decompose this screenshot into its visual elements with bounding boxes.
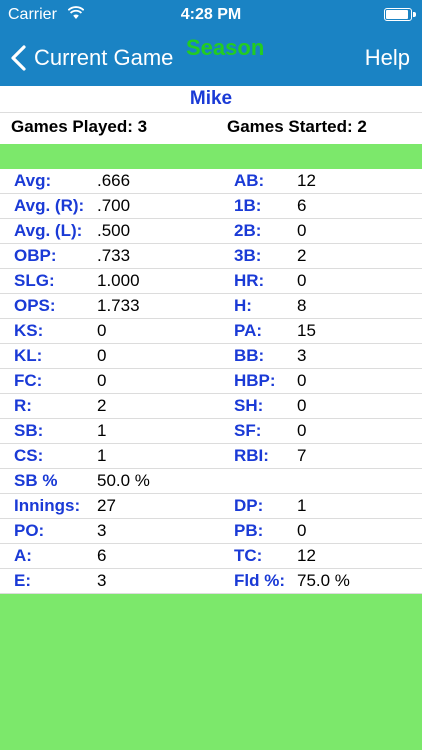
stat-row: Avg. (L): .500 2B: 0 (0, 219, 422, 244)
stats-table: Avg: .666 AB: 12 Avg. (R): .700 1B: 6 Avg. (L):.… (0, 169, 422, 594)
stat-value: 1.000 (97, 271, 140, 290)
stat-value: .700 (97, 196, 131, 215)
stat-label: Avg. (R): (14, 196, 85, 215)
stat-row: E: 3 Fld %: 75.0 % (0, 569, 422, 594)
stat-row: KS: 0 PA: 15 (0, 319, 422, 344)
stat-row: SB % 50.0 % (0, 469, 422, 494)
stat-value: 0 (97, 371, 107, 390)
stat-row: OPS: 1.733 H: 8 (0, 294, 422, 319)
stat-value: 0 (297, 396, 307, 415)
help-button[interactable]: Help (365, 30, 410, 86)
stat-value: 2 (297, 246, 307, 265)
stat-label: PB: (234, 521, 264, 540)
stat-label: AB: (234, 171, 265, 190)
stat-row: FC: 0 HBP: 0 (0, 369, 422, 394)
stat-row: CS: 1 RBI: 7 (0, 444, 422, 469)
stat-label: Avg. (L): (14, 221, 83, 240)
stat-value: 1 (97, 421, 107, 440)
stat-row: OBP: .733 3B: 2 (0, 244, 422, 269)
stat-label: DP: (234, 496, 264, 515)
stat-label: 1B: (234, 196, 262, 215)
stat-row: R: 2 SH: 0 (0, 394, 422, 419)
stat-value: 27 (97, 496, 116, 515)
stat-value: 1 (297, 496, 307, 515)
games-started: Games Started: 2 (227, 117, 367, 136)
player-name: Mike (0, 86, 422, 113)
back-button-label: Current Game (34, 45, 174, 70)
stat-row: Avg. (R): .700 1B: 6 (0, 194, 422, 219)
stat-label: FC: (14, 371, 43, 390)
stat-value: 0 (297, 271, 307, 290)
stat-value: 0 (97, 346, 107, 365)
stat-value: 0 (297, 221, 307, 240)
nav-title: Season (186, 35, 265, 60)
stat-value: 1 (97, 446, 107, 465)
stat-row: KL: 0 BB: 3 (0, 344, 422, 369)
stat-label: CS: (14, 446, 44, 465)
stat-label: E: (14, 571, 31, 590)
stat-value: 12 (297, 546, 316, 565)
stat-value: 0 (297, 521, 307, 540)
stat-value: 50.0 % (97, 471, 150, 490)
stat-label: SLG: (14, 271, 55, 290)
stat-label: OBP: (14, 246, 57, 265)
stat-label: SB % (14, 471, 58, 490)
stat-label: A: (14, 546, 32, 565)
stat-value: 3 (297, 346, 307, 365)
status-time: 4:28 PM (180, 6, 242, 23)
stat-value: 6 (97, 546, 107, 565)
stat-label: PA: (234, 321, 263, 340)
stat-label: HBP: (234, 371, 276, 390)
stat-label: KL: (14, 346, 43, 365)
games-played: Games Played: 3 (11, 117, 148, 136)
stat-label: Fld %: (234, 571, 285, 590)
stat-label: OPS: (14, 296, 56, 315)
stat-row: PO: 3 PB: 0 (0, 519, 422, 544)
stat-value: 3 (97, 571, 107, 590)
stat-label: R: (14, 396, 32, 415)
stat-label: BB: (234, 346, 265, 365)
stat-row: SLG: 1.000 HR: 0 (0, 269, 422, 294)
stat-label: PO: (14, 521, 45, 540)
stat-value: 12 (297, 171, 316, 190)
stat-label: Avg: (14, 171, 52, 190)
stat-value: 0 (297, 421, 307, 440)
stat-value: 7 (297, 446, 307, 465)
stat-label: Innings: (14, 496, 81, 515)
back-button[interactable]: Current Game (8, 30, 173, 86)
stat-row: A: 6 TC: 12 (0, 544, 422, 569)
stat-value: 8 (297, 296, 307, 315)
navigation-bar: Current Game Season Help (0, 30, 422, 86)
stat-label: SF: (234, 421, 262, 440)
stat-label: SH: (234, 396, 264, 415)
status-bar: Carrier 4:28 PM (0, 0, 422, 30)
stat-value: 2 (97, 396, 107, 415)
stat-row: Innings: 27 DP: 1 (0, 494, 422, 519)
stat-value: 0 (97, 321, 107, 340)
stat-value: 1.733 (97, 296, 140, 315)
stat-value: 6 (297, 196, 307, 215)
stat-row: Avg: .666 AB: 12 (0, 169, 422, 194)
stat-row: SB: 1 SF: 0 (0, 419, 422, 444)
stat-label: 3B: (234, 246, 262, 265)
stat-label: H: (234, 296, 252, 315)
stat-label: KS: (14, 321, 44, 340)
stat-value: .666 (97, 171, 131, 190)
stat-label: HR: (234, 271, 265, 290)
stat-label: 2B: (234, 221, 262, 240)
stat-value: .500 (97, 221, 131, 240)
stat-label: TC: (234, 546, 263, 565)
stat-value: 15 (297, 321, 316, 340)
chevron-left-icon (11, 45, 26, 71)
games-summary: Games Played: 3 Games Started: 2 (0, 113, 422, 141)
stat-value: 0 (297, 371, 307, 390)
stat-label: SB: (14, 421, 44, 440)
stat-value: .733 (97, 246, 131, 265)
battery-icon (384, 8, 416, 21)
stat-value: 75.0 % (297, 571, 350, 590)
section-divider (0, 144, 422, 169)
stat-value: 3 (97, 521, 107, 540)
stat-label: RBI: (234, 446, 269, 465)
